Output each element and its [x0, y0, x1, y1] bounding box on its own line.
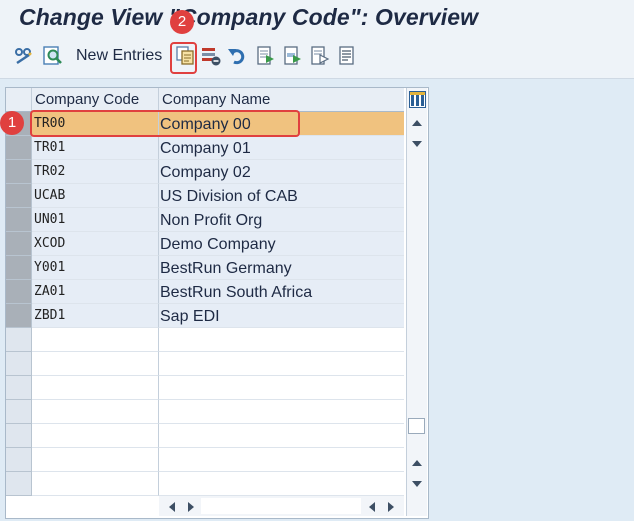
scroll-up-icon[interactable]	[412, 459, 422, 467]
empty-row[interactable]	[6, 352, 404, 376]
company-name-cell[interactable]: BestRun South Africa	[159, 280, 404, 304]
select-block-icon[interactable]	[282, 45, 304, 67]
horizontal-scrollbar[interactable]	[159, 496, 404, 516]
table-row[interactable]: Y001 BestRun Germany	[6, 256, 404, 280]
callout-highlight-copy-button	[170, 42, 197, 74]
scroll-down-icon[interactable]	[412, 480, 422, 488]
table-row[interactable]: ZA01 BestRun South Africa	[6, 280, 404, 304]
company-name-cell[interactable]: Sap EDI	[159, 304, 404, 328]
company-name-cell[interactable]: Company 02	[159, 160, 404, 184]
empty-row[interactable]	[6, 328, 404, 352]
vertical-scrollbar[interactable]	[406, 88, 427, 516]
callout-highlight-row	[30, 110, 300, 137]
table-header: Company Code Company Name	[6, 88, 404, 112]
scroll-left-icon[interactable]	[168, 502, 176, 512]
print-icon[interactable]	[336, 45, 358, 67]
company-code-cell[interactable]: Y001	[32, 256, 159, 280]
company-code-cell[interactable]: ZA01	[32, 280, 159, 304]
company-name-cell[interactable]: US Division of CAB	[159, 184, 404, 208]
company-name-cell[interactable]	[159, 328, 404, 352]
table-row[interactable]: UCAB US Division of CAB	[6, 184, 404, 208]
callout-badge-1: 1	[0, 111, 24, 135]
table-row[interactable]: UN01 Non Profit Org	[6, 208, 404, 232]
table-row[interactable]: XCOD Demo Company	[6, 232, 404, 256]
select-all-icon[interactable]	[255, 45, 277, 67]
company-code-table: Company Code Company Name TR00 Company 0…	[5, 87, 429, 519]
table-row[interactable]: TR01 Company 01	[6, 136, 404, 160]
display-change-icon[interactable]	[13, 45, 35, 67]
row-selector[interactable]	[6, 280, 32, 304]
company-code-cell[interactable]: TR01	[32, 136, 159, 160]
company-name-cell[interactable]: Demo Company	[159, 232, 404, 256]
row-selector[interactable]	[6, 352, 32, 376]
table-settings-icon[interactable]	[409, 91, 426, 108]
new-entries-button[interactable]: New Entries	[76, 47, 162, 65]
table-row[interactable]: TR02 Company 02	[6, 160, 404, 184]
empty-row[interactable]	[6, 376, 404, 400]
company-code-cell[interactable]: UN01	[32, 208, 159, 232]
empty-row[interactable]	[6, 424, 404, 448]
column-header-company-code[interactable]: Company Code	[32, 88, 159, 111]
row-selector[interactable]	[6, 472, 32, 496]
row-selector[interactable]	[6, 304, 32, 328]
company-name-cell[interactable]: Company 01	[159, 136, 404, 160]
row-selector[interactable]	[6, 136, 32, 160]
find-icon[interactable]	[42, 45, 64, 67]
company-code-cell[interactable]	[32, 472, 159, 496]
page-title: Change View "Company Code": Overview	[19, 4, 479, 30]
scroll-track[interactable]	[201, 498, 361, 514]
company-code-cell[interactable]	[32, 376, 159, 400]
scroll-left-icon[interactable]	[368, 502, 376, 512]
empty-row[interactable]	[6, 400, 404, 424]
row-selector[interactable]	[6, 400, 32, 424]
row-selector[interactable]	[6, 376, 32, 400]
scroll-down-icon[interactable]	[412, 140, 422, 148]
company-code-cell[interactable]	[32, 400, 159, 424]
empty-row[interactable]	[6, 472, 404, 496]
company-code-cell[interactable]: XCOD	[32, 232, 159, 256]
title-bar: Change View "Company Code": Overview	[0, 0, 634, 38]
company-name-cell[interactable]: Non Profit Org	[159, 208, 404, 232]
row-selector[interactable]	[6, 328, 32, 352]
company-name-cell[interactable]: BestRun Germany	[159, 256, 404, 280]
column-header-company-name[interactable]: Company Name	[159, 88, 404, 111]
company-code-cell[interactable]	[32, 424, 159, 448]
row-selector[interactable]	[6, 232, 32, 256]
company-code-cell[interactable]: ZBD1	[32, 304, 159, 328]
toolbar: New Entries	[0, 38, 634, 79]
scroll-right-icon[interactable]	[187, 502, 195, 512]
company-name-cell[interactable]	[159, 424, 404, 448]
company-name-cell[interactable]	[159, 448, 404, 472]
scroll-up-icon[interactable]	[412, 119, 422, 127]
company-code-cell[interactable]: UCAB	[32, 184, 159, 208]
row-selector[interactable]	[6, 424, 32, 448]
row-selector[interactable]	[6, 208, 32, 232]
row-selector-header[interactable]	[6, 88, 32, 111]
company-name-cell[interactable]	[159, 472, 404, 496]
row-selector[interactable]	[6, 184, 32, 208]
scroll-thumb[interactable]	[408, 418, 425, 434]
deselect-all-icon[interactable]	[309, 45, 331, 67]
row-selector[interactable]	[6, 160, 32, 184]
company-name-cell[interactable]	[159, 376, 404, 400]
callout-badge-2: 2	[170, 10, 194, 34]
company-code-cell[interactable]	[32, 448, 159, 472]
company-name-cell[interactable]	[159, 352, 404, 376]
company-code-cell[interactable]	[32, 328, 159, 352]
company-code-cell[interactable]: TR02	[32, 160, 159, 184]
company-code-cell[interactable]	[32, 352, 159, 376]
row-selector[interactable]	[6, 448, 32, 472]
undo-icon[interactable]	[226, 45, 248, 67]
company-name-cell[interactable]	[159, 400, 404, 424]
delete-icon[interactable]	[200, 45, 222, 67]
scroll-right-icon[interactable]	[387, 502, 395, 512]
table-row[interactable]: ZBD1 Sap EDI	[6, 304, 404, 328]
row-selector[interactable]	[6, 256, 32, 280]
empty-row[interactable]	[6, 448, 404, 472]
